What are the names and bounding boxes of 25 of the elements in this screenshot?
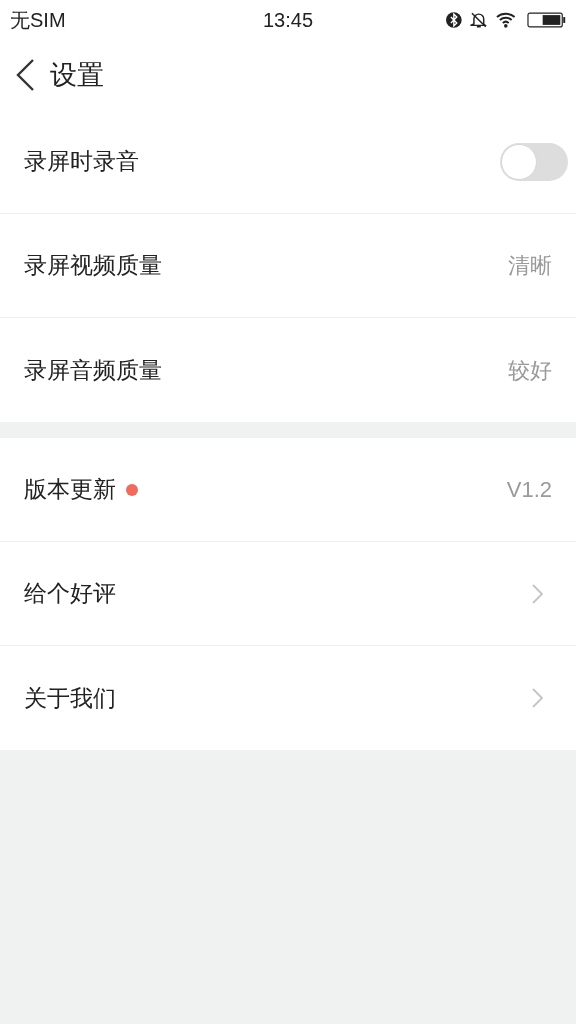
row-label: 录屏视频质量 [24, 251, 162, 281]
page-title: 设置 [50, 58, 104, 92]
row-label: 版本更新 [24, 475, 116, 505]
row-label: 给个好评 [24, 579, 116, 609]
row-label: 录屏时录音 [24, 147, 139, 177]
value-text: 较好 [508, 356, 552, 385]
chevron-icon [530, 687, 544, 709]
bluetooth-icon [446, 11, 462, 29]
row-label: 关于我们 [24, 683, 116, 713]
settings-row[interactable]: 版本更新 V1.2 [0, 438, 576, 542]
settings-row[interactable]: 录屏时录音 [0, 110, 576, 214]
settings-row[interactable]: 给个好评 [0, 542, 576, 646]
clock-text: 13:45 [262, 8, 314, 33]
chevron-icon [530, 582, 544, 605]
value-text: V1.2 [506, 476, 552, 504]
value-text: 清晰 [508, 252, 552, 280]
settings-row[interactable]: 录屏视频质量 清晰 [0, 214, 576, 318]
carrier-text: 无SIM [10, 8, 67, 33]
settings-row[interactable]: 录屏音频质量 较好 [0, 318, 576, 422]
toggle-switch[interactable] [500, 142, 568, 181]
back-icon[interactable] [14, 58, 36, 92]
row-label: 录屏音频质量 [24, 355, 162, 385]
settings-row[interactable]: 关于我们 [0, 646, 576, 750]
mute-icon [469, 11, 488, 29]
battery-icon [526, 11, 566, 29]
